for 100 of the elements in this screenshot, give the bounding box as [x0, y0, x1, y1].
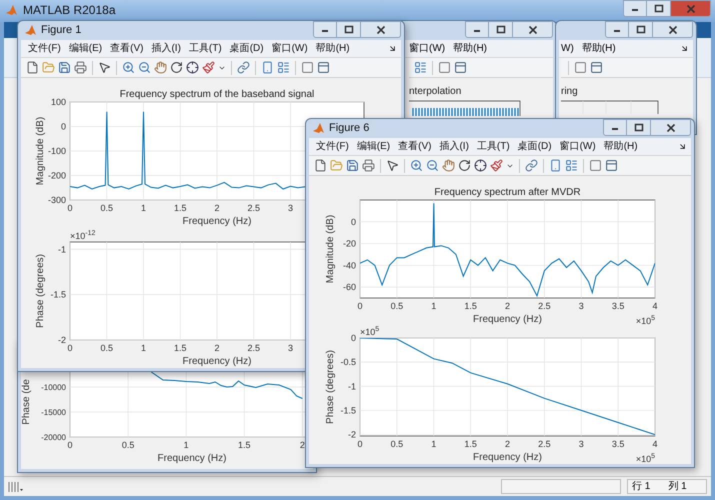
axis-exponent: ×10$^{5}$ [636, 453, 655, 464]
zoom-out-icon[interactable] [138, 61, 151, 74]
chart-title: ring [561, 86, 579, 98]
axis-label: Frequency (Hz) [158, 453, 226, 464]
panel-icon[interactable] [605, 159, 618, 172]
square-icon[interactable] [438, 61, 451, 74]
list-layout-icon[interactable] [565, 159, 578, 172]
maximize-icon[interactable] [634, 24, 646, 36]
menu-item[interactable]: 帮助(H) [314, 42, 351, 56]
menu-item[interactable]: 窗口(W) [558, 140, 597, 154]
close-button[interactable] [651, 119, 691, 136]
maximize-button[interactable] [489, 21, 513, 38]
close-button[interactable] [671, 0, 711, 17]
pointer-icon[interactable] [386, 159, 399, 172]
minimize-button[interactable] [313, 21, 337, 38]
hand-icon[interactable] [442, 159, 455, 172]
menu-item[interactable]: 编辑(E) [356, 140, 392, 154]
square-icon[interactable] [574, 61, 587, 74]
maximize-icon[interactable] [632, 122, 644, 134]
printer-icon[interactable] [362, 159, 375, 172]
square-icon[interactable] [589, 159, 602, 172]
axis-label: Phase (degrees) [325, 350, 336, 424]
rotate-icon[interactable] [170, 61, 183, 74]
close-button[interactable] [361, 21, 401, 38]
dock-arrow-icon[interactable] [678, 142, 687, 151]
list-layout-icon[interactable] [277, 61, 290, 74]
close-icon[interactable] [374, 24, 386, 36]
tick-label: -1.5 [340, 405, 356, 416]
menu-item[interactable]: 工具(T) [476, 140, 511, 154]
menu-item[interactable]: 帮助(H) [453, 42, 487, 56]
dock-arrow-icon[interactable] [388, 44, 397, 53]
close-icon[interactable] [666, 24, 678, 36]
row-indicator: 行 1 [632, 480, 650, 492]
menu-item[interactable]: 窗口(W) [409, 42, 446, 56]
maximize-icon[interactable] [494, 24, 506, 36]
rotate-icon[interactable] [458, 159, 471, 172]
close-button[interactable] [653, 21, 693, 38]
tick-label: 3 [578, 439, 584, 449]
crosshair-icon[interactable] [186, 61, 199, 74]
menu-item[interactable]: 工具(T) [188, 42, 223, 56]
maximize-button[interactable] [629, 21, 653, 38]
tick-label: -0.5 [340, 357, 356, 368]
panel-grip-icon[interactable] [8, 480, 24, 492]
menu-item[interactable]: 帮助(H) [602, 140, 639, 154]
menu-item[interactable]: 桌面(D) [228, 42, 265, 56]
tick-label: 2 [505, 301, 510, 311]
pointer-icon[interactable] [98, 61, 111, 74]
minimize-button[interactable] [465, 21, 489, 38]
panel-icon[interactable] [317, 61, 330, 74]
tall-rectangle-icon[interactable] [261, 61, 274, 74]
maximize-icon[interactable] [652, 2, 664, 14]
minimize-button[interactable] [603, 119, 627, 136]
brush-icon[interactable] [202, 61, 215, 74]
zoom-in-icon[interactable] [122, 61, 135, 74]
new-file-icon[interactable] [26, 61, 39, 74]
tick-label: 1 [141, 343, 146, 353]
crosshair-icon[interactable] [474, 159, 487, 172]
printer-icon[interactable] [74, 61, 87, 74]
dock-arrow-icon[interactable] [680, 44, 689, 53]
menu-item[interactable]: 查看(V) [397, 140, 432, 154]
menu-item[interactable]: 文件(F) [315, 140, 350, 154]
minimize-button[interactable] [605, 21, 629, 38]
close-icon[interactable] [664, 122, 676, 134]
menu-item[interactable]: W) [561, 42, 574, 56]
maximize-icon[interactable] [342, 24, 354, 36]
maximize-button[interactable] [627, 119, 651, 136]
close-button[interactable] [513, 21, 553, 38]
menu-item[interactable]: 窗口(W) [270, 42, 309, 56]
zoom-out-icon[interactable] [426, 159, 439, 172]
new-file-icon[interactable] [314, 159, 327, 172]
tick-label: 1 [184, 440, 189, 450]
square-icon[interactable] [301, 61, 314, 74]
tall-rectangle-icon[interactable] [549, 159, 562, 172]
tick-label: 0.5 [100, 343, 113, 353]
menu-item[interactable]: 编辑(E) [68, 42, 104, 56]
link-icon[interactable] [525, 159, 538, 172]
tick-label: 100 [50, 97, 66, 107]
menu-item[interactable]: 帮助(H) [582, 42, 616, 56]
close-icon[interactable] [526, 24, 538, 36]
maximize-button[interactable] [647, 0, 671, 17]
panel-icon[interactable] [590, 61, 603, 74]
link-icon[interactable] [237, 61, 250, 74]
brush-icon[interactable] [490, 159, 503, 172]
minimize-button[interactable] [623, 0, 647, 17]
panel-icon[interactable] [454, 61, 467, 74]
zoom-in-icon[interactable] [410, 159, 423, 172]
save-icon[interactable] [346, 159, 359, 172]
tick-label: -10000 [41, 383, 66, 392]
tick-label: -60 [342, 282, 356, 292]
save-icon[interactable] [58, 61, 71, 74]
tick-label: 2 [214, 343, 220, 353]
menu-item[interactable]: 桌面(D) [516, 140, 553, 154]
axis-label: Magnitude (dB) [325, 214, 336, 284]
menu-item[interactable]: 查看(V) [109, 42, 144, 56]
hand-icon[interactable] [154, 61, 167, 74]
menu-item[interactable]: 插入(I) [150, 42, 182, 56]
list-layout-icon[interactable] [414, 61, 427, 74]
menu-item[interactable]: 插入(I) [438, 140, 470, 154]
maximize-button[interactable] [337, 21, 361, 38]
menu-item[interactable]: 文件(F) [27, 42, 62, 56]
